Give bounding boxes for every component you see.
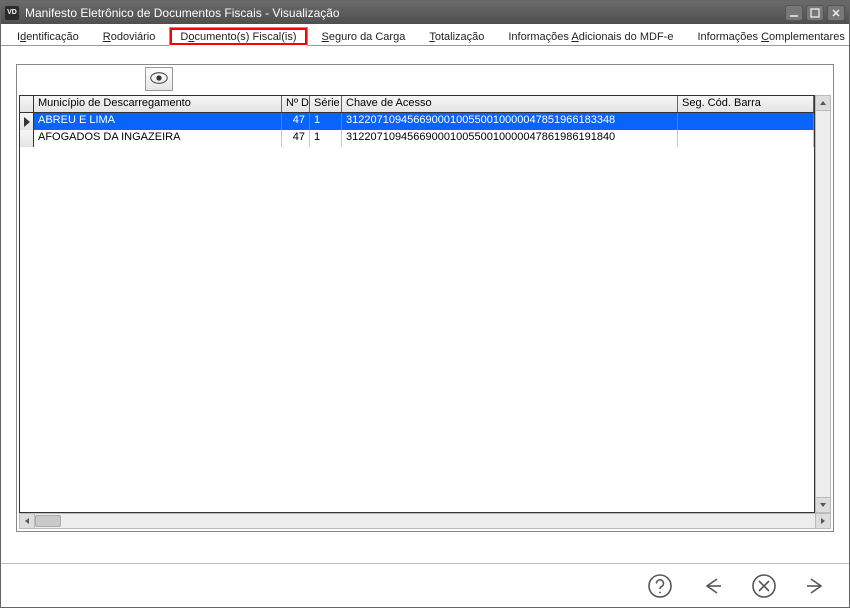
cell-municipio: AFOGADOS DA INGAZEIRA bbox=[34, 130, 282, 147]
tabstrip: Identificação Rodoviário Documento(s) Fi… bbox=[1, 24, 849, 46]
grid-corner bbox=[20, 96, 34, 112]
scroll-right-icon[interactable] bbox=[815, 514, 830, 528]
minimize-button[interactable] bbox=[785, 5, 803, 21]
cancel-button[interactable] bbox=[749, 571, 779, 601]
col-chave[interactable]: Chave de Acesso bbox=[342, 96, 678, 112]
cell-seg bbox=[678, 130, 814, 147]
col-serie[interactable]: Série bbox=[310, 96, 342, 112]
cell-num: 47 bbox=[282, 130, 310, 147]
titlebar: VD Manifesto Eletrônico de Documentos Fi… bbox=[1, 1, 849, 24]
horizontal-scrollbar[interactable] bbox=[19, 513, 831, 529]
action-bar bbox=[1, 563, 849, 607]
scroll-left-icon[interactable] bbox=[20, 514, 35, 528]
tab-info-complementares[interactable]: Informações Complementares bbox=[687, 28, 850, 45]
cell-chave: 3122071094566900010055001000004786198619… bbox=[342, 130, 678, 147]
eye-icon bbox=[150, 72, 168, 87]
app-badge: VD bbox=[5, 6, 19, 20]
cell-num: 47 bbox=[282, 113, 310, 130]
back-button[interactable] bbox=[697, 571, 727, 601]
vertical-scrollbar[interactable] bbox=[815, 95, 831, 513]
tab-totalizacao[interactable]: Totalização bbox=[419, 28, 494, 45]
documents-panel: Município de Descarregamento Nº D Série … bbox=[16, 64, 834, 532]
grid-header: Município de Descarregamento Nº D Série … bbox=[20, 96, 814, 113]
tab-identificacao[interactable]: Identificação bbox=[7, 28, 89, 45]
col-num[interactable]: Nº D bbox=[282, 96, 310, 112]
cell-seg bbox=[678, 113, 814, 130]
scroll-up-icon[interactable] bbox=[816, 96, 830, 111]
documents-grid[interactable]: Município de Descarregamento Nº D Série … bbox=[19, 95, 815, 513]
row-indicator-icon bbox=[20, 113, 34, 130]
row-indicator-empty bbox=[20, 130, 34, 147]
view-button[interactable] bbox=[145, 67, 173, 91]
workspace: Município de Descarregamento Nº D Série … bbox=[1, 46, 849, 563]
close-button[interactable] bbox=[827, 5, 845, 21]
col-seg[interactable]: Seg. Cód. Barra bbox=[678, 96, 814, 112]
cell-chave: 3122071094566900010055001000004785196618… bbox=[342, 113, 678, 130]
scroll-down-icon[interactable] bbox=[816, 497, 830, 512]
table-row[interactable]: ABREU E LIMA 47 1 3122071094566900010055… bbox=[20, 113, 814, 130]
cell-serie: 1 bbox=[310, 130, 342, 147]
next-button[interactable] bbox=[801, 571, 831, 601]
tab-documentos-fiscais[interactable]: Documento(s) Fiscal(is) bbox=[169, 27, 307, 46]
scroll-thumb[interactable] bbox=[35, 515, 61, 527]
cell-municipio: ABREU E LIMA bbox=[34, 113, 282, 130]
col-municipio[interactable]: Município de Descarregamento bbox=[34, 96, 282, 112]
window-title: Manifesto Eletrônico de Documentos Fisca… bbox=[25, 6, 782, 20]
maximize-button[interactable] bbox=[806, 5, 824, 21]
help-button[interactable] bbox=[645, 571, 675, 601]
tab-info-adicionais[interactable]: Informações Adicionais do MDF-e bbox=[498, 28, 683, 45]
tab-seguro-carga[interactable]: Seguro da Carga bbox=[312, 28, 416, 45]
tab-rodoviario[interactable]: Rodoviário bbox=[93, 28, 166, 45]
cell-serie: 1 bbox=[310, 113, 342, 130]
table-row[interactable]: AFOGADOS DA INGAZEIRA 47 1 3122071094566… bbox=[20, 130, 814, 147]
grid-body: ABREU E LIMA 47 1 3122071094566900010055… bbox=[20, 113, 814, 512]
